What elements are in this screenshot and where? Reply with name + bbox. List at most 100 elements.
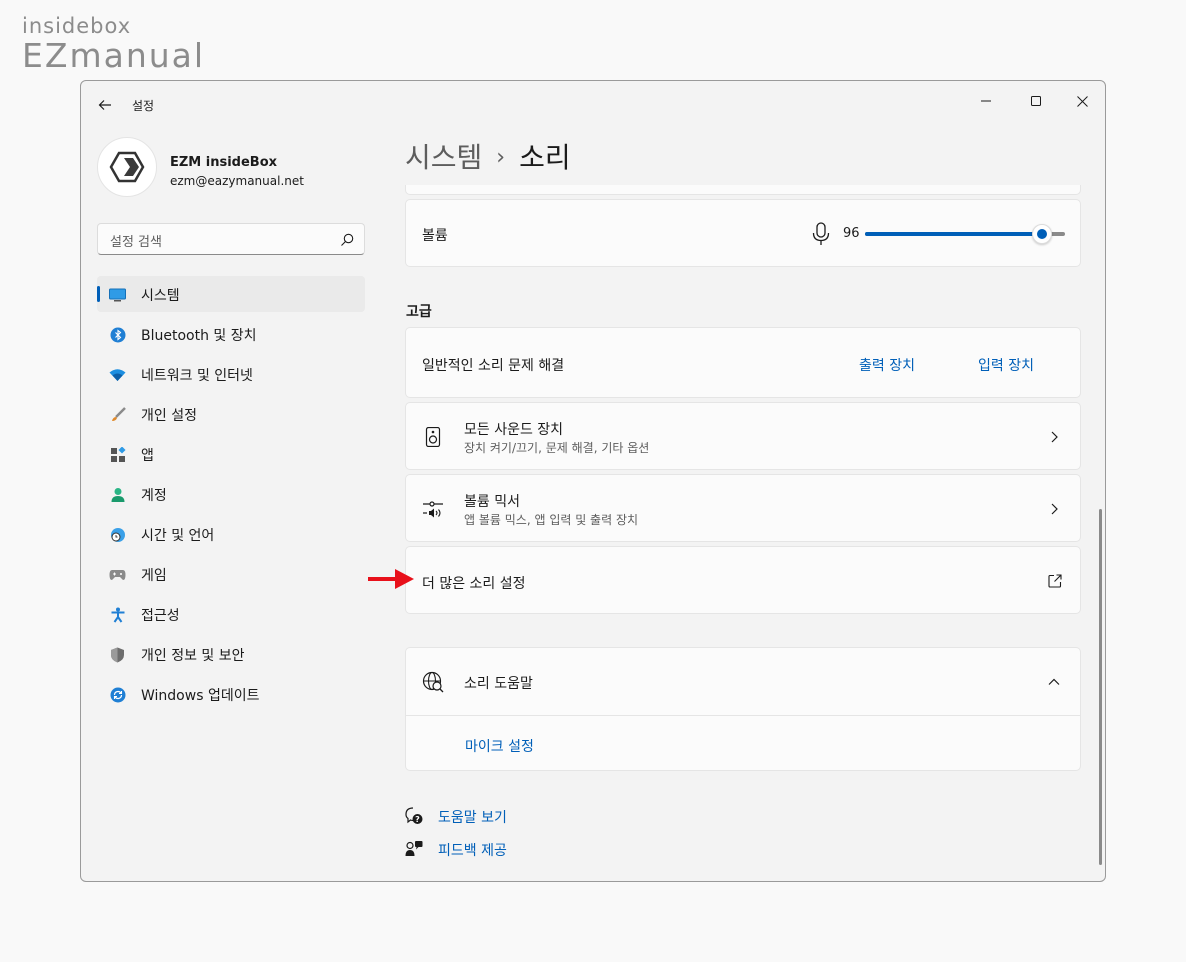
microphone-settings-link[interactable]: 마이크 설정 [465,736,534,756]
avatar-logo-icon [109,151,145,183]
volume-label: 볼륨 [422,228,448,244]
all-sound-devices-card[interactable]: 모든 사운드 장치 장치 켜기/끄기, 문제 해결, 기타 옵션 [405,402,1081,470]
sidebar-item-label: 앱 [141,448,154,464]
get-help-row[interactable]: ? 도움말 보기 [405,805,605,827]
troubleshoot-card: 일반적인 소리 문제 해결 출력 장치 입력 장치 [405,327,1081,398]
page-title: 소리 [519,141,571,174]
title-bar: 설정 [81,81,1105,127]
sidebar-item-label: 시스템 [141,288,180,304]
person-icon [109,486,126,503]
sidebar-item-gaming[interactable]: 게임 [97,556,365,592]
user-name: EZM insideBox [170,155,278,170]
svg-text:?: ? [415,815,420,824]
sidebar-item-accounts[interactable]: 계정 [97,476,365,512]
output-devices-link[interactable]: 출력 장치 [859,355,915,375]
minimize-icon [981,100,991,102]
more-sound-settings-title: 더 많은 소리 설정 [422,576,526,592]
back-button[interactable] [93,93,117,117]
close-icon [1076,95,1088,107]
update-icon [109,686,126,703]
sidebar-item-bluetooth[interactable]: Bluetooth 및 장치 [97,316,365,352]
volume-value: 96 [843,226,860,241]
watermark-bottom-text: EZmanual [22,36,206,75]
feedback-link[interactable]: 피드백 제공 [438,840,507,860]
sidebar-item-label: Bluetooth 및 장치 [141,328,257,344]
previous-card-edge [405,185,1081,195]
divider [406,715,1080,716]
settings-window: 설정 EZM insideBox ezm@eazymanual.net 설정 검… [80,80,1106,882]
sidebar-item-time-language[interactable]: 시간 및 언어 [97,516,365,552]
globe-clock-icon [109,526,126,543]
search-icon[interactable] [339,232,355,248]
chevron-right-icon [1051,431,1058,443]
user-email: ezm@eazymanual.net [170,174,304,188]
sound-help-card: 소리 도움말 마이크 설정 [405,647,1081,771]
sidebar-item-label: 계정 [141,488,167,504]
user-profile[interactable]: EZM insideBox ezm@eazymanual.net [97,137,367,201]
scrollbar[interactable] [1099,509,1102,865]
sidebar-item-network[interactable]: 네트워크 및 인터넷 [97,356,365,392]
minimize-button[interactable] [963,85,1009,117]
gamepad-icon [109,566,126,583]
search-box[interactable]: 설정 검색 [97,223,365,255]
sound-help-title: 소리 도움말 [464,676,533,692]
breadcrumb-separator: › [496,145,506,170]
mixer-icon [422,498,444,520]
sidebar-item-windows-update[interactable]: Windows 업데이트 [97,676,365,712]
sidebar-item-label: 게임 [141,568,167,584]
brush-icon [109,406,126,423]
accessibility-icon [109,606,126,623]
more-sound-settings-card[interactable]: 더 많은 소리 설정 [405,546,1081,614]
volume-mixer-subtitle: 앱 볼륨 믹스, 앱 입력 및 출력 장치 [464,513,639,527]
apps-icon [109,446,126,463]
close-button[interactable] [1059,85,1105,117]
breadcrumb: 시스템 › 소리 [405,136,571,176]
sidebar-item-privacy[interactable]: 개인 정보 및 보안 [97,636,365,672]
breadcrumb-parent[interactable]: 시스템 [405,141,482,174]
maximize-button[interactable] [1013,85,1059,117]
sidebar-item-label: 시간 및 언어 [141,528,215,544]
volume-card: 볼륨 96 [405,199,1081,267]
back-arrow-icon [98,100,111,110]
get-help-link[interactable]: 도움말 보기 [438,807,507,827]
all-sound-devices-subtitle: 장치 켜기/끄기, 문제 해결, 기타 옵션 [464,441,650,455]
volume-slider-fill [865,232,1042,236]
sound-help-header[interactable]: 소리 도움말 [406,648,1080,715]
feedback-row[interactable]: 피드백 제공 [405,838,605,860]
feedback-icon [405,841,423,856]
volume-mixer-card[interactable]: 볼륨 믹서 앱 볼륨 믹스, 앱 입력 및 출력 장치 [405,474,1081,542]
speaker-icon [422,426,444,448]
avatar [97,137,157,197]
globe-help-icon [422,671,444,693]
watermark-top-text: insidebox [22,14,132,38]
bluetooth-icon [109,326,126,343]
sidebar-item-accessibility[interactable]: 접근성 [97,596,365,632]
all-sound-devices-title: 모든 사운드 장치 [464,422,564,438]
microphone-icon[interactable] [810,222,832,246]
watermark-logo: insidebox EZmanual [22,14,205,74]
sidebar-item-label: 개인 설정 [141,408,197,424]
sidebar-item-apps[interactable]: 앱 [97,436,365,472]
red-arrow-annotation [368,569,414,589]
troubleshoot-label: 일반적인 소리 문제 해결 [422,358,565,374]
app-title: 설정 [132,99,155,113]
monitor-icon [109,286,126,303]
wifi-icon [109,366,126,383]
maximize-icon [1031,96,1041,106]
input-devices-link[interactable]: 입력 장치 [978,355,1034,375]
search-input[interactable]: 설정 검색 [110,231,162,250]
volume-slider-thumb[interactable] [1032,224,1052,244]
chevron-right-icon [1051,503,1058,515]
help-chat-icon: ? [405,807,423,824]
sidebar-item-label: 접근성 [141,608,180,624]
volume-slider[interactable] [865,224,1065,244]
shield-icon [109,646,126,663]
sidebar-nav: 시스템 Bluetooth 및 장치 네트워크 및 인터넷 개인 설정 앱 계정… [97,276,365,716]
sidebar-item-personalization[interactable]: 개인 설정 [97,396,365,432]
external-link-icon [1048,574,1062,588]
section-heading-advanced: 고급 [406,304,432,320]
sidebar-item-system[interactable]: 시스템 [97,276,365,312]
volume-mixer-title: 볼륨 믹서 [464,494,520,510]
chevron-up-icon[interactable] [1048,676,1060,688]
sidebar-item-label: 네트워크 및 인터넷 [141,368,253,384]
